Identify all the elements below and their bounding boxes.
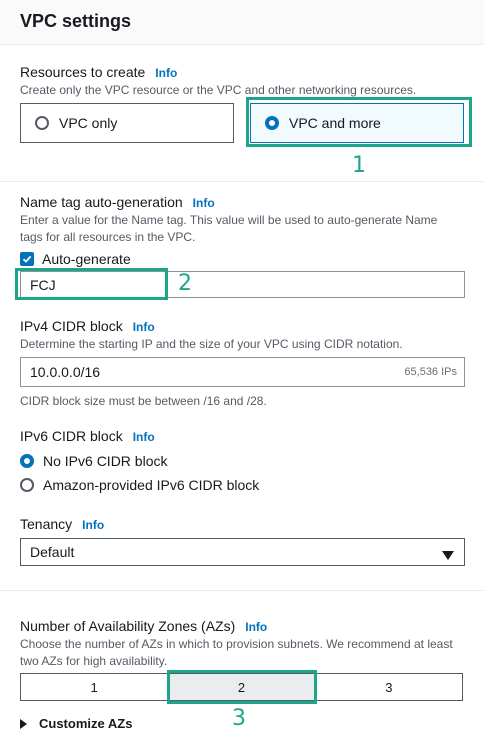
vpc-only-tile[interactable]: VPC only bbox=[20, 103, 234, 143]
customize-azs-expander[interactable]: Customize AZs bbox=[20, 716, 132, 731]
azs-description-2: two AZs for high availability. bbox=[20, 654, 168, 668]
ipv4-hint: CIDR block size must be between /16 and … bbox=[20, 394, 267, 408]
ipv4-label: IPv4 CIDR block Info bbox=[20, 318, 155, 334]
ipv6-label-text: IPv6 CIDR block bbox=[20, 428, 123, 444]
ipv4-ip-count: 65,536 IPs bbox=[404, 366, 457, 378]
annotation-number-3: 3 bbox=[232, 706, 246, 731]
ipv6-label: IPv6 CIDR block Info bbox=[20, 428, 155, 444]
tenancy-value: Default bbox=[30, 544, 75, 560]
azs-info-link[interactable]: Info bbox=[245, 620, 267, 634]
caret-right-icon bbox=[20, 718, 27, 729]
section-header: VPC settings bbox=[0, 0, 484, 45]
resources-label: Resources to create Info bbox=[20, 64, 177, 80]
az-option-1[interactable]: 1 bbox=[21, 674, 169, 700]
vpc-and-more-label: VPC and more bbox=[289, 115, 381, 131]
customize-azs-label: Customize AZs bbox=[39, 716, 133, 731]
azs-label-text: Number of Availability Zones (AZs) bbox=[20, 618, 236, 634]
ipv6-amazon-radio[interactable] bbox=[20, 478, 34, 492]
name-tag-input[interactable]: FCJ bbox=[20, 271, 465, 298]
ipv4-info-link[interactable]: Info bbox=[133, 320, 155, 334]
vpc-only-radio[interactable] bbox=[35, 116, 49, 130]
azs-segmented-control: 1 2 3 bbox=[20, 673, 463, 701]
name-tag-description-1: Enter a value for the Name tag. This val… bbox=[20, 213, 438, 227]
ipv6-option-amazon[interactable]: Amazon-provided IPv6 CIDR block bbox=[20, 477, 259, 493]
ipv6-none-label: No IPv6 CIDR block bbox=[43, 453, 168, 469]
tenancy-select[interactable]: Default bbox=[20, 538, 465, 566]
ipv4-description: Determine the starting IP and the size o… bbox=[20, 337, 403, 351]
name-tag-value: FCJ bbox=[30, 276, 56, 293]
name-tag-label: Name tag auto-generation Info bbox=[20, 194, 215, 210]
ipv6-option-none[interactable]: No IPv6 CIDR block bbox=[20, 453, 167, 469]
ipv4-cidr-value: 10.0.0.0/16 bbox=[30, 364, 101, 380]
name-tag-description-2: tags for all resources in the VPC. bbox=[20, 230, 196, 244]
az-option-2[interactable]: 2 bbox=[168, 674, 316, 700]
tenancy-label: Tenancy Info bbox=[20, 516, 104, 532]
vpc-and-more-radio[interactable] bbox=[265, 116, 279, 130]
tenancy-label-text: Tenancy bbox=[20, 516, 73, 532]
annotation-number-2: 2 bbox=[178, 271, 192, 296]
check-icon bbox=[22, 255, 32, 263]
tenancy-info-link[interactable]: Info bbox=[82, 518, 104, 532]
ipv6-amazon-label: Amazon-provided IPv6 CIDR block bbox=[43, 477, 260, 493]
vpc-and-more-tile[interactable]: VPC and more bbox=[250, 103, 464, 143]
azs-label: Number of Availability Zones (AZs) Info bbox=[20, 618, 267, 634]
divider bbox=[0, 590, 484, 591]
name-tag-label-text: Name tag auto-generation bbox=[20, 194, 183, 210]
caret-down-icon bbox=[442, 551, 454, 560]
resources-label-text: Resources to create bbox=[20, 64, 146, 80]
ipv6-none-radio[interactable] bbox=[20, 454, 34, 468]
auto-generate-label: Auto-generate bbox=[42, 251, 131, 267]
annotation-number-1: 1 bbox=[352, 153, 366, 178]
ipv4-label-text: IPv4 CIDR block bbox=[20, 318, 123, 334]
divider bbox=[0, 181, 484, 182]
azs-description-1: Choose the number of AZs in which to pro… bbox=[20, 637, 453, 651]
ipv6-info-link[interactable]: Info bbox=[133, 430, 155, 444]
section-title: VPC settings bbox=[20, 11, 132, 31]
resources-info-link[interactable]: Info bbox=[155, 66, 177, 80]
vpc-only-label: VPC only bbox=[59, 115, 118, 131]
name-tag-info-link[interactable]: Info bbox=[193, 196, 215, 210]
ipv4-cidr-input[interactable]: 10.0.0.0/16 65,536 IPs bbox=[20, 357, 465, 387]
auto-generate-checkbox[interactable] bbox=[20, 252, 34, 266]
resources-description: Create only the VPC resource or the VPC … bbox=[20, 83, 417, 97]
az-option-3[interactable]: 3 bbox=[315, 674, 462, 700]
